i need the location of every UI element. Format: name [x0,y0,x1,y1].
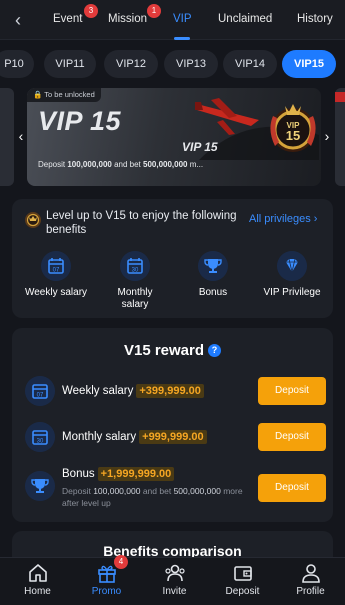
promo-badge: 4 [114,555,128,569]
feature-bonus: Bonus [173,251,253,299]
home-icon [28,564,47,582]
level-pill-selected[interactable]: VIP15 [282,50,336,78]
deposit-button[interactable]: Deposit [258,423,326,451]
svg-text:15: 15 [286,128,300,143]
privileges-heading: Level up to V15 to enjoy the following b… [46,210,237,236]
deposit-button[interactable]: Deposit [258,377,326,405]
reward-amount: +999,999.00 [139,430,207,444]
svg-text:30: 30 [37,439,44,445]
calendar-icon: 30 [120,251,150,281]
hero-title: VIP 15 [38,106,122,136]
mission-badge: 1 [147,4,161,18]
vip-crest-icon [25,212,41,228]
locked-tag: 🔒 To be unlocked [27,88,101,102]
previous-card-peek [0,88,14,186]
level-pill[interactable]: VIP13 [164,50,218,78]
reward-card: V15 reward? 07 Weekly salary +399,999.00 … [12,328,333,522]
hero-description: Deposit 100,000,000 and bet 500,000,000 … [38,160,204,169]
next-card-tag [335,92,345,102]
bonus-requirement-text: Deposit 100,000,000 and bet 500,000,000 … [62,486,243,508]
trophy-icon [198,251,228,281]
top-tab-bar: ‹ Event 3 Mission 1 VIP Unclaimed Histor… [0,0,345,40]
svg-text:07: 07 [37,393,44,399]
feature-label: VIP Privilege [263,287,321,298]
bottom-navigation: Home Promo 4 Invite Deposit Profile [0,555,345,605]
tab-vip[interactable]: VIP [173,13,192,25]
nav-home[interactable]: Home [3,562,72,597]
wallet-icon [233,566,252,581]
reward-row-monthly: Monthly salary +999,999.00 [62,430,207,444]
nav-deposit[interactable]: Deposit [208,562,277,597]
svg-text:30: 30 [132,268,139,274]
level-pill[interactable]: VIP11 [44,50,96,78]
reward-row-bonus: Bonus +1,999,999.00 [62,467,175,481]
feature-vip-privilege: VIP Privilege [252,251,332,299]
trophy-icon [25,471,55,501]
tab-history[interactable]: History [297,13,333,25]
calendar-icon: 30 [25,422,55,452]
event-badge: 3 [84,4,98,18]
diamond-icon [277,251,307,281]
active-tab-indicator [174,37,190,40]
hero-subtitle: VIP 15 [182,140,218,154]
carousel-next-arrow-icon[interactable]: › [321,128,333,144]
reward-title: V15 reward? [12,342,333,359]
feature-label: Monthly salary [117,287,153,310]
reward-amount: +399,999.00 [136,384,204,398]
feature-monthly-salary: 30 Monthly salary [95,251,175,311]
deposit-button[interactable]: Deposit [258,474,326,502]
nav-profile[interactable]: Profile [276,562,345,597]
feature-label: Weekly salary [24,287,88,298]
calendar-icon: 07 [41,251,71,281]
invite-icon [164,564,185,582]
privileges-card: Level up to V15 to enjoy the following b… [12,199,333,318]
vip-level-card: 🔒 To be unlocked VIP 15 VIP 15 VIP 15 De… [27,88,321,186]
nav-invite[interactable]: Invite [140,562,209,597]
feature-weekly-salary: 07 Weekly salary [16,251,96,299]
level-pill[interactable]: P10 [0,50,34,78]
next-card-peek [335,88,345,186]
reward-amount: +1,999,999.00 [97,467,175,481]
vip-level-selector: P10 VIP11 VIP12 VIP13 VIP14 VIP15 [0,48,345,80]
tab-unclaimed[interactable]: Unclaimed [218,13,272,25]
help-icon[interactable]: ? [208,344,222,357]
level-pill[interactable]: VIP12 [104,50,158,78]
reward-row-weekly: Weekly salary +399,999.00 [62,384,204,398]
back-arrow-icon[interactable]: ‹ [8,10,28,30]
nav-promo[interactable]: Promo [72,562,141,597]
svg-text:07: 07 [53,268,60,274]
all-privileges-link[interactable]: All privileges › [249,213,317,225]
carousel-prev-arrow-icon[interactable]: ‹ [15,128,27,144]
calendar-icon: 07 [25,376,55,406]
level-pill[interactable]: VIP14 [223,50,277,78]
tab-mission[interactable]: Mission [108,13,147,25]
tab-event[interactable]: Event [53,13,82,25]
feature-label: Bonus [198,287,228,298]
profile-icon [301,564,320,583]
